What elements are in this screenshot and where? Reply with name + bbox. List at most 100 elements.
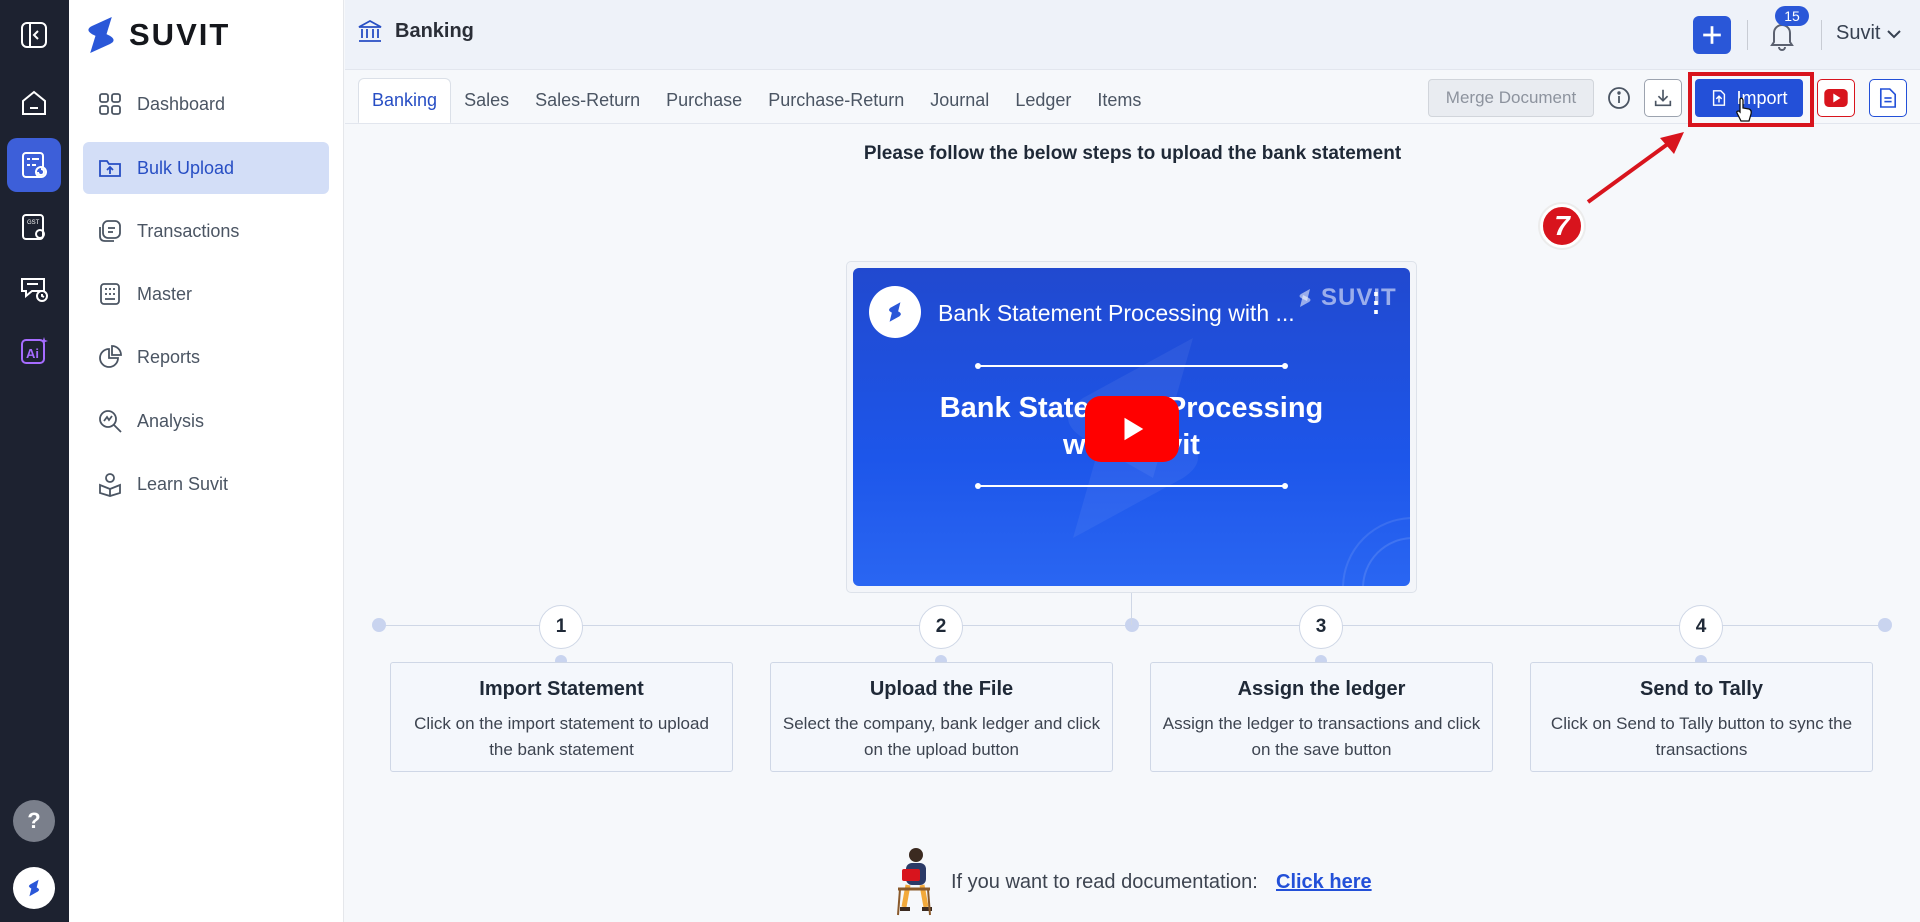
avatar[interactable] <box>13 867 55 909</box>
step-number: 3 <box>1299 605 1343 649</box>
video-divider-bottom <box>975 483 1288 489</box>
svg-text:GST: GST <box>27 220 40 226</box>
ai-icon[interactable]: Ai <box>7 324 61 378</box>
learn-icon <box>99 473 121 497</box>
sidebar-item-transactions[interactable]: Transactions <box>83 205 329 257</box>
icon-rail: GST Ai ? <box>0 0 69 922</box>
step-title: Import Statement <box>479 678 644 700</box>
info-icon <box>1608 87 1630 109</box>
sidebar-item-analysis[interactable]: Analysis <box>83 395 329 447</box>
tab-bar: Banking Sales Sales-Return Purchase Purc… <box>358 78 1154 124</box>
document-icon <box>1879 88 1897 108</box>
tab-purchase-return[interactable]: Purchase-Return <box>755 78 917 124</box>
video-connector <box>1131 593 1132 625</box>
add-button[interactable] <box>1693 16 1731 54</box>
annotation-arrow <box>1586 132 1684 204</box>
header-divider <box>1821 20 1822 50</box>
youtube-icon <box>1824 89 1848 107</box>
step-card-import-statement: Import Statement Click on the import sta… <box>390 662 733 772</box>
step-number: 4 <box>1679 605 1723 649</box>
sidebar-item-dashboard[interactable]: Dashboard <box>83 78 329 130</box>
step-description: Select the company, bank ledger and clic… <box>782 714 1101 759</box>
tab-banking[interactable]: Banking <box>358 78 452 124</box>
timeline-end-dot <box>1878 618 1892 632</box>
sidebar-item-label: Transactions <box>137 220 240 241</box>
instruction-text: Please follow the below steps to upload … <box>863 143 1402 164</box>
step-number: 2 <box>919 605 963 649</box>
sidebar-item-label: Bulk Upload <box>137 157 235 178</box>
sidebar-item-reports[interactable]: Reports <box>83 331 329 383</box>
brand-name: SUVIT <box>129 17 231 52</box>
info-button[interactable] <box>1604 83 1634 113</box>
upload-folder-icon <box>99 160 121 177</box>
user-name: Suvit <box>1836 22 1881 44</box>
reading-person-illustration <box>897 848 932 916</box>
step-title: Upload the File <box>869 678 1014 700</box>
tab-ledger[interactable]: Ledger <box>1002 78 1084 124</box>
sidebar: SUVIT Dashboard Bulk Upload Transactions… <box>69 0 344 922</box>
grid-icon <box>99 93 121 115</box>
tab-sales-return[interactable]: Sales-Return <box>522 78 653 124</box>
bank-icon <box>358 19 382 42</box>
gst-icon[interactable]: GST <box>7 200 61 254</box>
sidebar-item-bulk-upload[interactable]: Bulk Upload <box>83 142 329 194</box>
page-title-text: Banking <box>395 19 474 42</box>
video-title[interactable]: Bank Statement Processing with ... <box>938 300 1295 327</box>
sidebar-item-label: Dashboard <box>137 93 226 114</box>
suvit-logo-icon <box>88 17 114 53</box>
step-description: Click on Send to Tally button to sync th… <box>1550 714 1853 759</box>
help-button[interactable]: ? <box>13 800 55 842</box>
tab-sales[interactable]: Sales <box>451 78 522 124</box>
master-icon <box>100 283 120 305</box>
sidebar-item-label: Reports <box>137 346 201 367</box>
sidebar-item-master[interactable]: Master <box>83 268 329 320</box>
header-divider <box>1747 20 1748 50</box>
tab-items[interactable]: Items <box>1084 78 1154 124</box>
transactions-icon <box>99 220 121 242</box>
sidebar-item-learn-suvit[interactable]: Learn Suvit <box>83 458 329 510</box>
document-button[interactable] <box>1869 79 1907 117</box>
play-icon <box>1124 417 1144 441</box>
step-title: Assign the ledger <box>1237 678 1406 700</box>
step-number: 1 <box>539 605 583 649</box>
step-description: Assign the ledger to transactions and cl… <box>1162 714 1481 759</box>
video-divider-top <box>975 363 1288 369</box>
home-icon[interactable] <box>7 76 61 130</box>
channel-logo[interactable] <box>869 286 921 338</box>
timeline-mid-dot <box>1125 618 1139 632</box>
chevron-down-icon <box>1887 29 1902 38</box>
user-menu[interactable]: Suvit <box>1836 22 1902 45</box>
sidebar-collapse-icon[interactable] <box>7 8 61 62</box>
play-button[interactable] <box>1085 396 1179 462</box>
pie-chart-icon <box>99 345 122 368</box>
top-header: Banking 15 Suvit <box>345 0 1920 70</box>
download-button[interactable] <box>1644 79 1682 117</box>
svg-text:Ai: Ai <box>26 346 39 361</box>
message-clock-icon[interactable] <box>7 262 61 316</box>
download-icon <box>1654 89 1672 107</box>
step-card-assign-ledger: Assign the ledger Assign the ledger to t… <box>1150 662 1493 772</box>
tab-divider <box>345 123 1920 124</box>
brand-logo[interactable]: SUVIT <box>83 14 230 56</box>
video-more-icon[interactable]: ⋮ <box>1363 289 1389 315</box>
step-title: Send to Tally <box>1640 678 1763 700</box>
step-description: Click on the import statement to upload … <box>414 714 709 759</box>
video-corner-decoration <box>1342 517 1410 586</box>
page-title: Banking <box>357 18 474 44</box>
analysis-icon <box>99 410 122 433</box>
annotation-step-marker: 7 <box>1540 204 1584 248</box>
merge-document-button[interactable]: Merge Document <box>1428 79 1594 117</box>
cursor-hand-icon <box>1736 97 1752 122</box>
tab-journal[interactable]: Journal <box>917 78 1002 124</box>
notification-badge: 15 <box>1775 6 1809 26</box>
step-card-upload-file: Upload the File Select the company, bank… <box>770 662 1113 772</box>
sidebar-item-label: Analysis <box>137 410 205 431</box>
documentation-link[interactable]: Click here <box>1276 871 1372 894</box>
video-player[interactable]: Bank Statement Processing with ... SUVIT… <box>853 268 1410 586</box>
plus-icon <box>1703 26 1721 44</box>
step-card-send-to-tally: Send to Tally Click on Send to Tally but… <box>1530 662 1873 772</box>
youtube-button[interactable] <box>1817 79 1855 117</box>
tab-purchase[interactable]: Purchase <box>653 78 755 124</box>
bulk-upload-icon[interactable] <box>7 138 61 192</box>
timeline-start-dot <box>372 618 386 632</box>
